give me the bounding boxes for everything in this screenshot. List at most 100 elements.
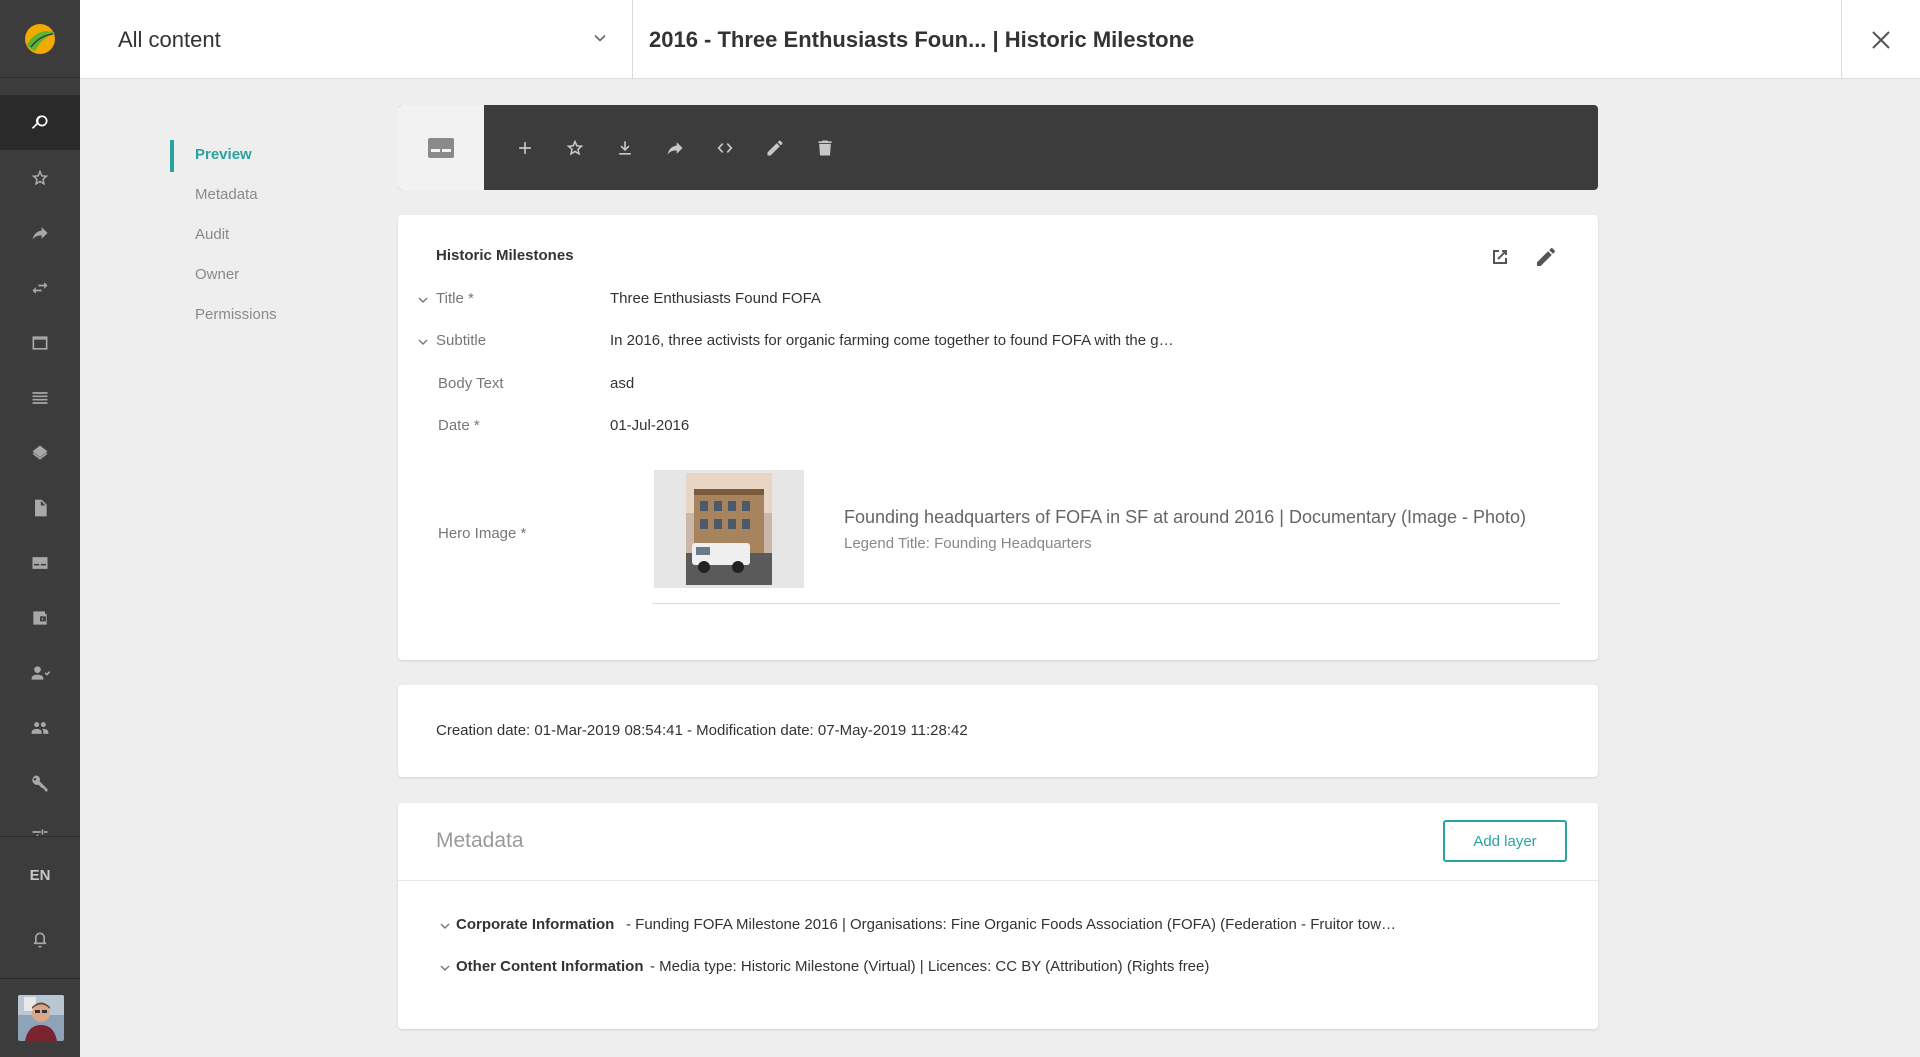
layers-icon	[32, 445, 48, 460]
page-title: 2016 - Three Enthusiasts Foun... | Histo…	[649, 26, 1195, 52]
field-value: Three Enthusiasts Found FOFA	[610, 290, 821, 307]
subnav-audit[interactable]: Audit	[170, 218, 277, 258]
field-value: asd	[610, 375, 635, 392]
action-toolbar	[398, 105, 1598, 190]
rail-divider	[0, 978, 80, 979]
download-button[interactable]	[608, 131, 642, 165]
rail-layers[interactable]	[0, 425, 80, 480]
content-type-badge	[398, 105, 484, 190]
chevron-down-icon[interactable]	[438, 919, 452, 933]
field-label: Hero Image *	[438, 525, 527, 542]
bell-icon	[33, 932, 47, 947]
chevron-down-icon[interactable]	[416, 335, 430, 349]
chevron-down-icon[interactable]	[416, 293, 430, 307]
share-button[interactable]	[658, 131, 692, 165]
subnav-metadata[interactable]: Metadata	[170, 178, 277, 218]
add-layer-button[interactable]: Add layer	[1443, 820, 1567, 862]
subnav-preview[interactable]: Preview	[170, 138, 277, 178]
field-label: Body Text	[438, 375, 504, 392]
field-row-date: Date * 01-Jul-2016	[416, 417, 1556, 441]
hero-image-caption[interactable]: Founding headquarters of FOFA in SF at a…	[844, 507, 1526, 528]
content-filter-dropdown[interactable]: All content	[80, 0, 633, 79]
field-row-subtitle: Subtitle In 2016, three activists for or…	[416, 332, 1556, 356]
divider	[398, 880, 1598, 881]
content-preview-card: Historic Milestones Title * Three Enthus…	[398, 215, 1598, 660]
leaf-logo-icon	[25, 23, 55, 54]
metadata-card: Metadata Add layer Corporate Information…	[398, 803, 1598, 1029]
top-header: All content 2016 - Three Enthusiasts Fou…	[80, 0, 1920, 79]
add-icon	[519, 142, 531, 154]
creation-modification-dates: Creation date: 01-Mar-2019 08:54:41 - Mo…	[436, 722, 968, 739]
metadata-heading: Metadata	[436, 829, 524, 852]
rail-windows[interactable]	[0, 315, 80, 370]
field-value: 01-Jul-2016	[610, 417, 690, 434]
dates-card: Creation date: 01-Mar-2019 08:54:41 - Mo…	[398, 685, 1598, 777]
chevron-down-icon	[594, 34, 606, 42]
star-icon	[31, 169, 49, 185]
metadata-layer-summary: - Funding FOFA Milestone 2016 | Organisa…	[626, 916, 1397, 933]
rail-shares[interactable]	[0, 205, 80, 260]
sliders-icon	[32, 829, 48, 836]
favorite-button[interactable]	[558, 131, 592, 165]
user-avatar[interactable]	[18, 995, 64, 1041]
close-icon	[1872, 30, 1890, 49]
left-rail: EN	[0, 0, 80, 1057]
rail-wallet[interactable]	[0, 590, 80, 645]
rail-lists[interactable]	[0, 370, 80, 425]
rail-settings[interactable]	[0, 810, 80, 836]
subnav-permissions[interactable]: Permissions	[170, 298, 277, 338]
add-button[interactable]	[508, 131, 542, 165]
edit-icon	[767, 140, 783, 156]
subnav-owner[interactable]: Owner	[170, 258, 277, 298]
hero-image-thumbnail[interactable]	[654, 470, 804, 588]
wallet-icon	[33, 610, 47, 625]
card-icon	[32, 556, 48, 569]
metadata-layer-summary: - Media type: Historic Milestone (Virtua…	[650, 958, 1210, 975]
edit-button[interactable]	[758, 131, 792, 165]
document-icon	[35, 499, 47, 516]
field-label: Subtitle	[436, 332, 487, 349]
user-check-icon	[31, 665, 50, 680]
user-photo-icon	[18, 995, 64, 1041]
star-icon	[566, 139, 584, 156]
hero-image-legend: Legend Title: Founding Headquarters	[844, 535, 1092, 552]
search-icon	[31, 114, 48, 129]
app-logo[interactable]	[0, 0, 80, 78]
chevron-down-icon[interactable]	[438, 961, 452, 975]
rail-divider	[0, 836, 80, 837]
rail-users[interactable]	[0, 700, 80, 755]
field-label: Date *	[438, 417, 480, 434]
window-icon	[32, 335, 48, 350]
rail-transfers[interactable]	[0, 260, 80, 315]
rail-keys[interactable]	[0, 755, 80, 810]
field-row-title: Title * Three Enthusiasts Found FOFA	[416, 290, 1556, 314]
rail-favorites[interactable]	[0, 150, 80, 205]
rail-user-approvals[interactable]	[0, 645, 80, 700]
metadata-layer-name: Other Content Information	[456, 958, 644, 975]
detail-subnav: Preview Metadata Audit Owner Permissions	[170, 138, 277, 338]
close-button[interactable]	[1841, 0, 1920, 79]
delete-button[interactable]	[808, 131, 842, 165]
divider	[652, 603, 1560, 604]
list-icon	[32, 391, 48, 404]
delete-icon	[818, 140, 832, 156]
content-filter-label: All content	[118, 26, 221, 52]
field-value: In 2016, three activists for organic far…	[610, 332, 1174, 349]
transfer-icon	[32, 281, 48, 294]
layer-title: Historic Milestones	[436, 247, 574, 264]
card-icon	[428, 137, 454, 158]
users-icon	[31, 721, 49, 734]
open-external-icon[interactable]	[1488, 245, 1512, 269]
language-switcher[interactable]: EN	[0, 848, 80, 903]
rail-cards[interactable]	[0, 535, 80, 590]
key-icon	[32, 775, 48, 791]
download-icon	[619, 141, 631, 155]
rail-documents[interactable]	[0, 480, 80, 535]
metadata-layer-name: Corporate Information	[456, 916, 615, 933]
rail-search[interactable]	[0, 95, 80, 150]
rail-notifications[interactable]	[0, 912, 80, 967]
field-row-body-text: Body Text asd	[416, 375, 1556, 399]
embed-code-icon	[717, 143, 733, 153]
embed-button[interactable]	[708, 131, 742, 165]
edit-icon[interactable]	[1534, 245, 1558, 269]
